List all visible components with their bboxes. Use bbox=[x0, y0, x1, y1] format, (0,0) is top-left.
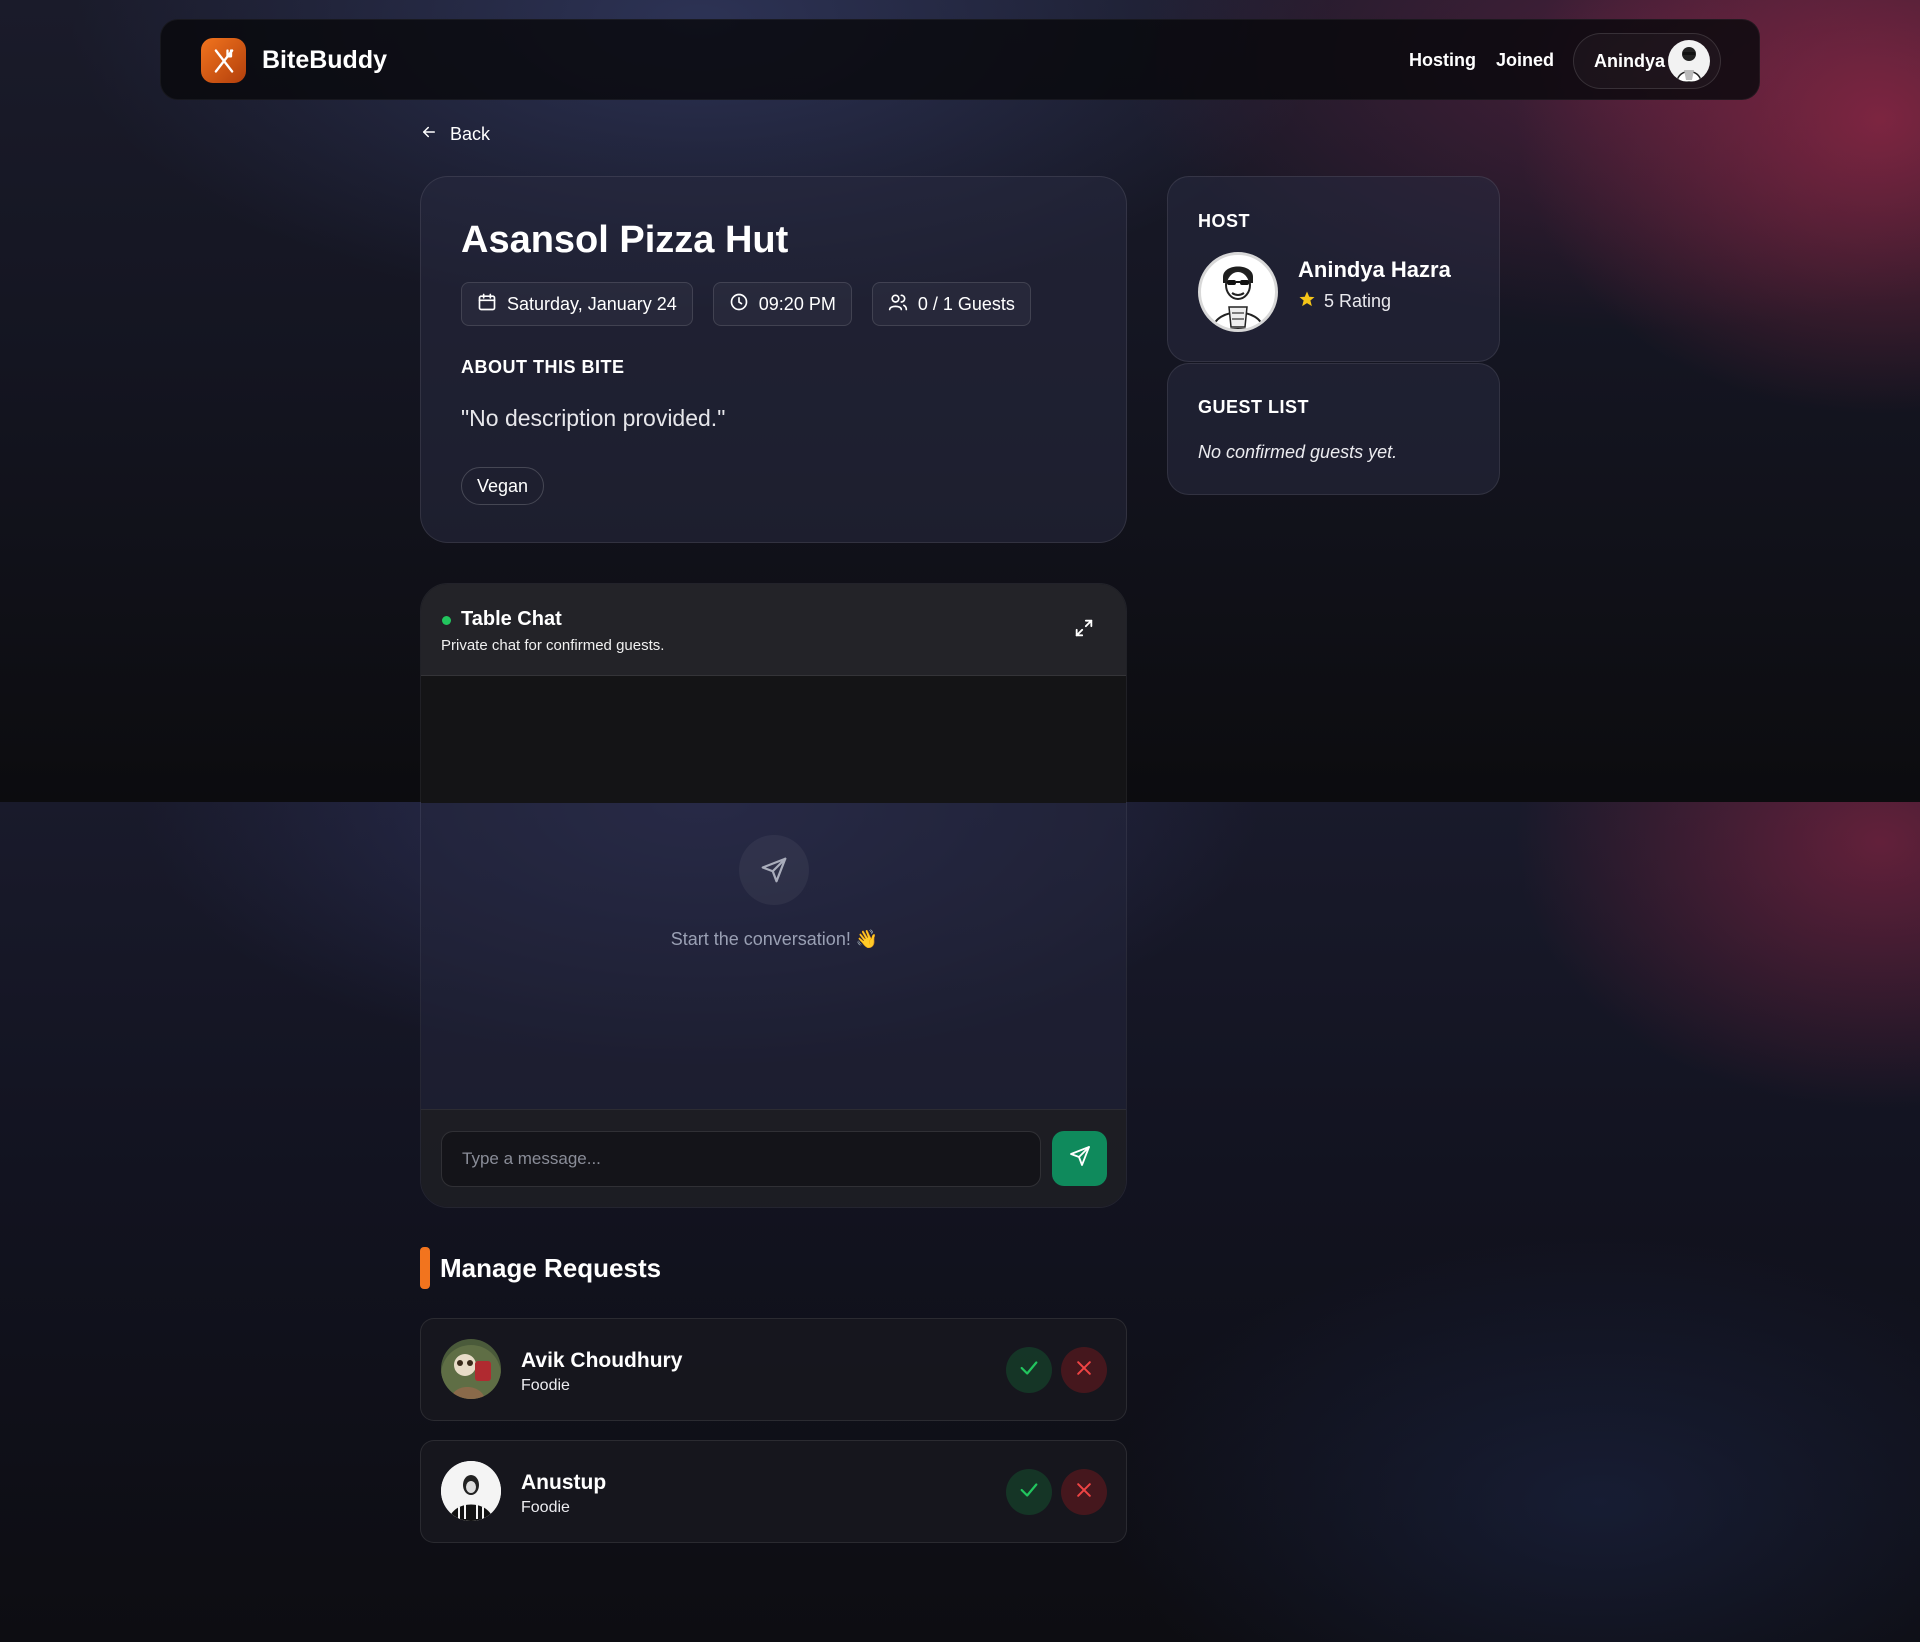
guest-list-heading: GUEST LIST bbox=[1198, 397, 1310, 417]
nav-links: Hosting Joined bbox=[1409, 50, 1554, 71]
send-icon bbox=[739, 835, 809, 905]
table-chat: Table Chat Private chat for confirmed gu… bbox=[420, 583, 1127, 1208]
requester-role: Foodie bbox=[521, 1499, 570, 1516]
back-label: Back bbox=[450, 124, 491, 144]
event-title: Asansol Pizza Hut bbox=[461, 219, 789, 261]
event-meta: Saturday, January 24 09:20 PM 0 / 1 Gues… bbox=[461, 282, 1031, 326]
chat-composer bbox=[421, 1109, 1126, 1207]
host-heading: HOST bbox=[1198, 211, 1251, 231]
guest-list-card: GUEST LIST No confirmed guests yet. bbox=[1167, 363, 1500, 495]
tag-chip: Vegan bbox=[461, 467, 545, 505]
chat-messages-area bbox=[421, 676, 1126, 803]
requests-title: Manage Requests bbox=[440, 1252, 662, 1283]
event-time: 09:20 PM bbox=[758, 293, 836, 314]
users-icon bbox=[888, 292, 908, 317]
event-card: Asansol Pizza Hut Saturday, January 24 0… bbox=[420, 176, 1127, 543]
host-card: HOST Anindya Hazra 5 Rating bbox=[1167, 176, 1500, 362]
event-guests: 0 / 1 Guests bbox=[917, 293, 1015, 314]
brand[interactable]: BiteBuddy bbox=[201, 38, 387, 83]
online-status-dot bbox=[442, 616, 451, 625]
chat-empty-text: Start the conversation! 👋 bbox=[670, 929, 879, 949]
user-name: Anindya bbox=[1594, 50, 1666, 71]
requester-name: Anustup bbox=[521, 1471, 607, 1494]
check-icon bbox=[1018, 1357, 1040, 1384]
nav-link-hosting[interactable]: Hosting bbox=[1409, 50, 1476, 71]
request-row: Anustup Foodie bbox=[420, 1440, 1127, 1543]
about-heading: ABOUT THIS BITE bbox=[461, 357, 625, 377]
check-icon bbox=[1018, 1479, 1040, 1506]
expand-icon[interactable] bbox=[1073, 617, 1097, 641]
reject-request-button[interactable] bbox=[1061, 1469, 1107, 1515]
host-name: Anindya Hazra bbox=[1298, 257, 1451, 282]
send-button[interactable] bbox=[1052, 1131, 1107, 1186]
close-icon bbox=[1074, 1358, 1094, 1383]
chat-header: Table Chat Private chat for confirmed gu… bbox=[421, 584, 1126, 676]
accept-request-button[interactable] bbox=[1006, 1469, 1052, 1515]
avatar bbox=[441, 1461, 501, 1521]
manage-requests-heading: Manage Requests bbox=[420, 1247, 661, 1289]
time-chip: 09:20 PM bbox=[712, 282, 852, 326]
event-date: Saturday, January 24 bbox=[507, 293, 677, 314]
avatar[interactable] bbox=[1198, 252, 1278, 332]
arrow-left-icon bbox=[420, 123, 438, 146]
user-menu[interactable]: Anindya bbox=[1573, 33, 1721, 89]
nav-link-joined[interactable]: Joined bbox=[1496, 50, 1554, 71]
host-rating: 5 Rating bbox=[1298, 290, 1391, 313]
close-icon bbox=[1074, 1480, 1094, 1505]
request-row: Avik Choudhury Foodie bbox=[420, 1318, 1127, 1421]
back-button[interactable]: Back bbox=[420, 123, 490, 146]
chat-title: Table Chat bbox=[461, 608, 562, 630]
requester-name: Avik Choudhury bbox=[521, 1349, 683, 1372]
requester-role: Foodie bbox=[521, 1377, 570, 1394]
brand-name: BiteBuddy bbox=[262, 46, 387, 74]
fork-knife-icon bbox=[201, 38, 246, 83]
guests-chip: 0 / 1 Guests bbox=[871, 282, 1031, 326]
avatar bbox=[1668, 40, 1710, 82]
avatar bbox=[441, 1339, 501, 1399]
accent-bar bbox=[420, 1247, 430, 1289]
reject-request-button[interactable] bbox=[1061, 1347, 1107, 1393]
accept-request-button[interactable] bbox=[1006, 1347, 1052, 1393]
calendar-icon bbox=[477, 292, 497, 317]
event-description: "No description provided." bbox=[461, 405, 726, 431]
guest-list-empty: No confirmed guests yet. bbox=[1198, 442, 1398, 462]
date-chip: Saturday, January 24 bbox=[461, 282, 693, 326]
chat-subtitle: Private chat for confirmed guests. bbox=[441, 637, 665, 654]
star-icon bbox=[1298, 290, 1316, 313]
clock-icon bbox=[729, 292, 749, 317]
send-icon bbox=[1068, 1144, 1092, 1173]
rating-text: 5 Rating bbox=[1324, 291, 1392, 311]
navbar: BiteBuddy Hosting Joined Anindya bbox=[160, 19, 1760, 100]
message-input[interactable] bbox=[441, 1131, 1041, 1187]
